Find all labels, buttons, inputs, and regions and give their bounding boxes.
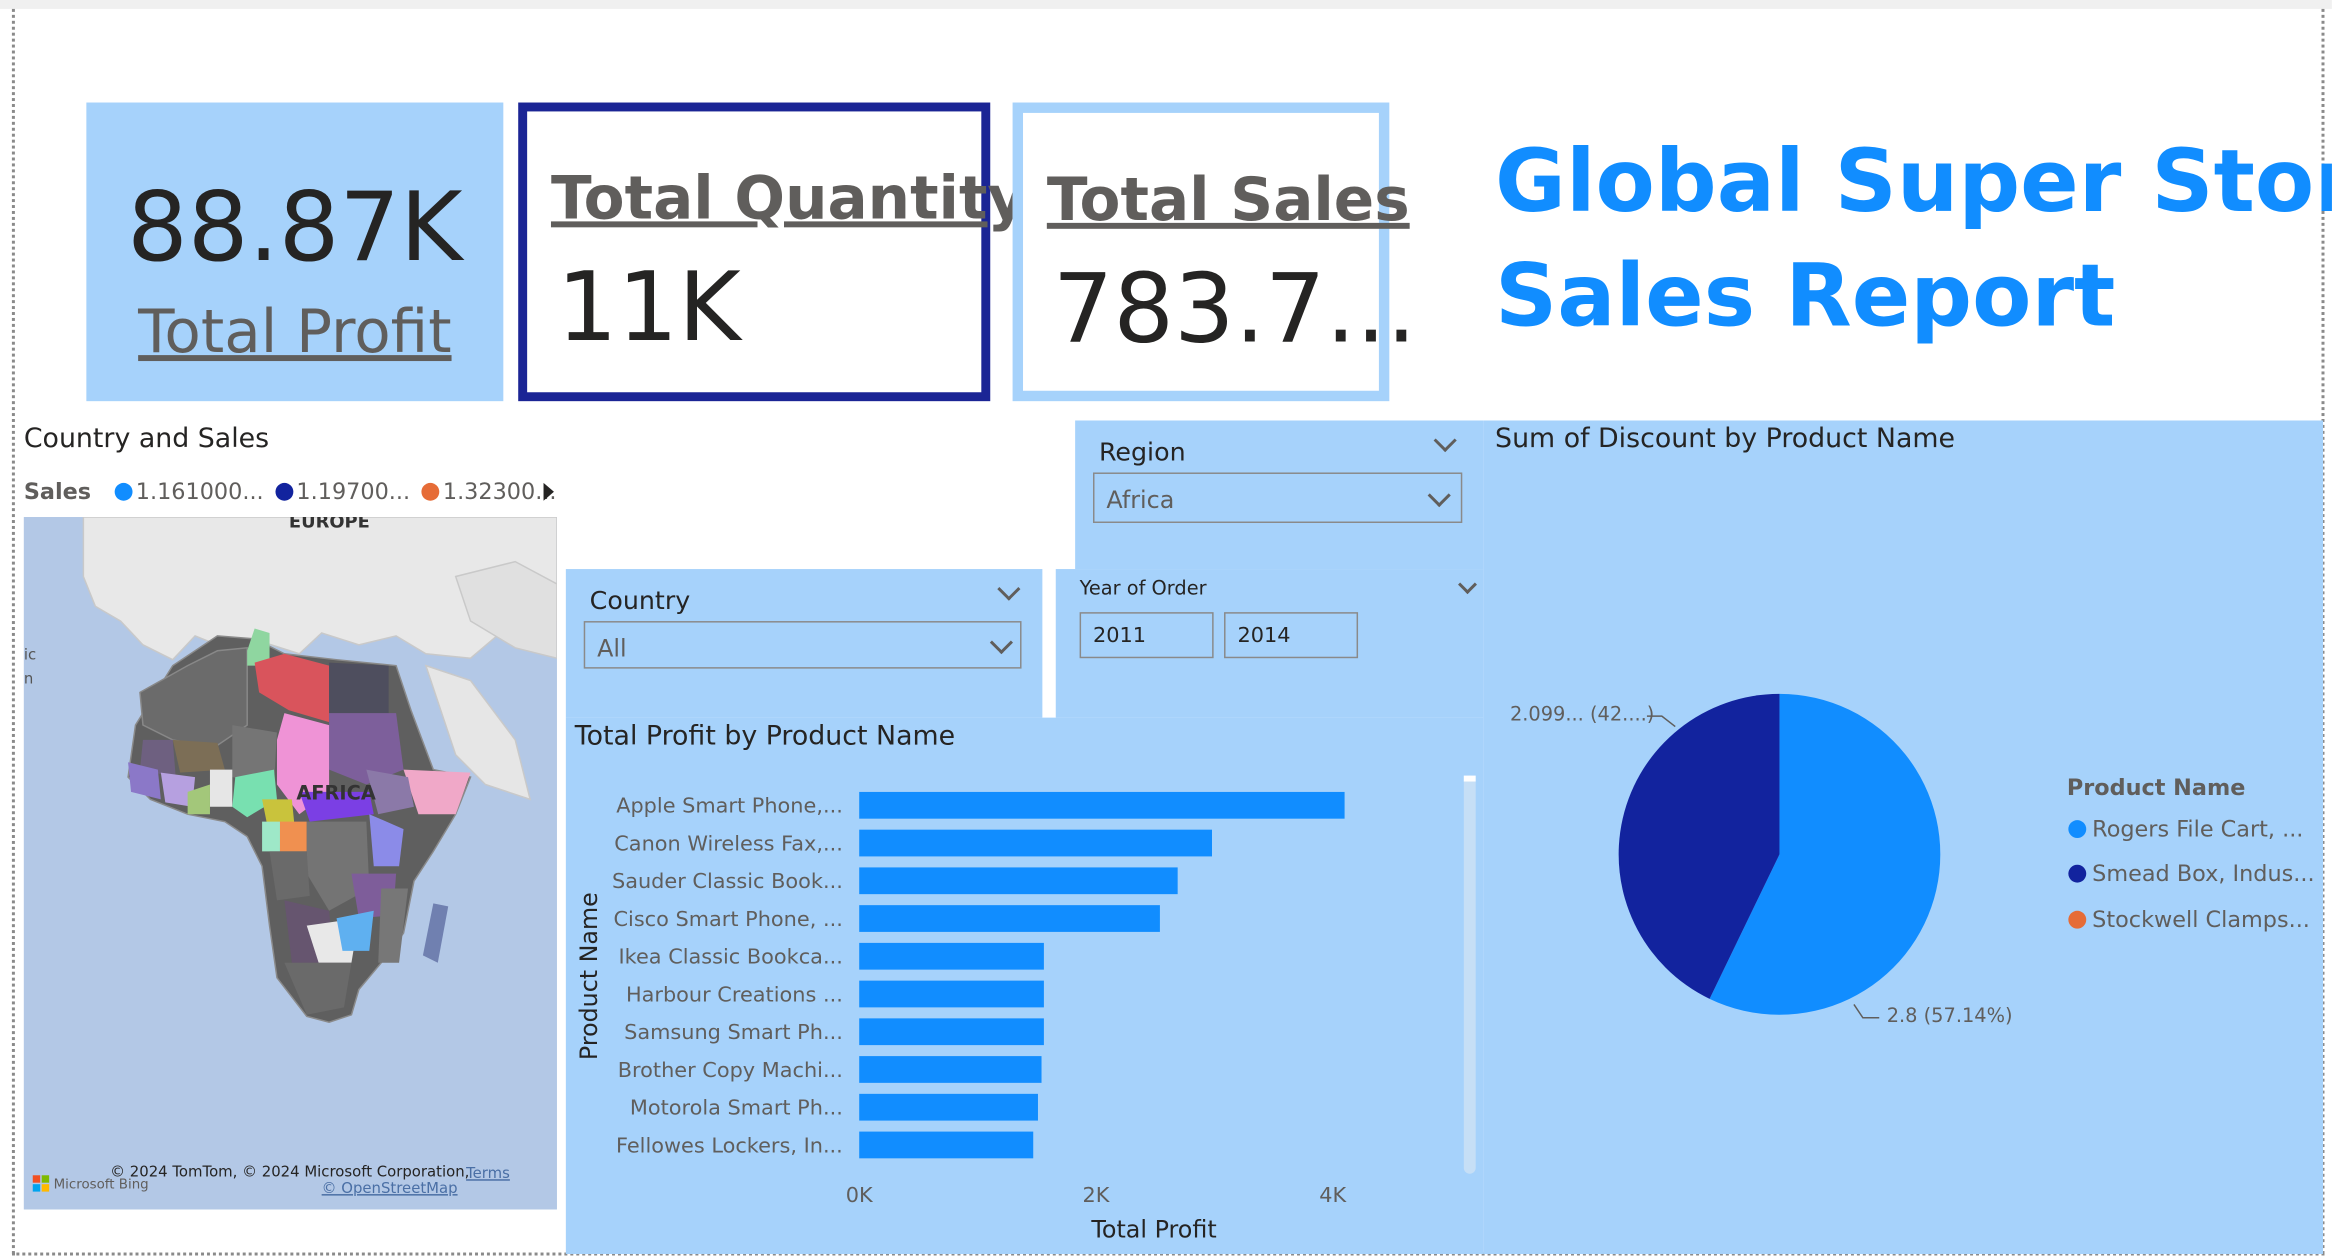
map-terms-link[interactable]: Terms [465, 1164, 510, 1182]
bar[interactable] [859, 1093, 1038, 1121]
pie-legend-label-1: Rogers File Cart, ... [2092, 815, 2304, 843]
country-collapse-chevron-icon[interactable] [997, 577, 1021, 601]
legend-next-arrow-icon[interactable] [543, 482, 554, 501]
bar-scrollbar[interactable] [1463, 775, 1476, 1174]
total-quantity-label: Total Quantity [550, 164, 1027, 234]
label-africa: AFRICA [296, 781, 376, 804]
x-tick-label: 0K [846, 1183, 874, 1207]
map-title: Country and Sales [23, 423, 270, 455]
total-sales-label: Total Sales [1046, 166, 1410, 235]
bar-category-label: Motorola Smart Ph... [630, 1096, 843, 1120]
bar[interactable] [859, 829, 1212, 857]
region-slicer[interactable]: Region Africa [1075, 420, 1484, 570]
bar[interactable] [859, 791, 1345, 819]
country-slicer[interactable]: Country All [565, 569, 1043, 718]
legend-dot-2 [275, 482, 294, 501]
country-dropdown[interactable]: All [583, 621, 1022, 669]
top-bar [0, 0, 2332, 9]
map-legend-title: Sales [23, 478, 92, 506]
legend-dot-stockwell [2068, 910, 2087, 929]
africa-map[interactable]: EUROPE AFRICA ic n Microsoft Bing © 2024… [23, 517, 557, 1210]
bar[interactable] [859, 1018, 1044, 1046]
total-quantity-card[interactable]: Total Quantity 11K [518, 102, 1026, 402]
map-legend-item-2: 1.19700... [296, 478, 411, 506]
total-sales-card[interactable]: Total Sales 783.7... [1012, 102, 1417, 402]
total-sales-value: 783.7... [1052, 255, 1417, 366]
year-to-input[interactable]: 2014 [1224, 612, 1359, 659]
total-profit-value: 88.87K [127, 173, 463, 284]
region-dropdown[interactable]: Africa [1092, 472, 1463, 524]
bar-chart-title: Total Profit by Product Name [574, 720, 956, 752]
bar-category-label: Cisco Smart Phone, ... [613, 907, 842, 931]
label-europe: EUROPE [289, 517, 370, 532]
bar-category-label: Fellowes Lockers, In... [616, 1133, 843, 1157]
pie-label-b: 2.8 (57.14%) [1886, 1005, 2013, 1029]
bar-chart-svg: Apple Smart Phone,... Canon Wireless Fax,… [575, 775, 1476, 1244]
region-collapse-chevron-icon[interactable] [1433, 428, 1457, 453]
legend-dot-smead [2068, 864, 2087, 883]
label-edge-1: ic [24, 646, 36, 664]
map-legend-item-1: 1.161000... [135, 478, 264, 506]
bar[interactable] [859, 867, 1178, 895]
pie-legend-title: Product Name [2066, 774, 2246, 801]
pie-label-a: 2.099... (42....) [1509, 704, 1655, 727]
map-svg: EUROPE AFRICA ic n Microsoft Bing © 2024… [23, 517, 557, 1210]
map-attribution: © 2024 TomTom, © 2024 Microsoft Corporat… [110, 1163, 469, 1181]
country-dropdown-value: All [597, 634, 627, 663]
total-profit-card[interactable]: 88.87K Total Profit [86, 102, 504, 402]
bar-category-label: Apple Smart Phone,... [616, 794, 843, 818]
report-title-line1: Global Super Store [1495, 130, 2332, 232]
year-to-value: 2014 [1237, 624, 1291, 648]
y-axis-title: Product Name [575, 892, 603, 1060]
total-profit-label: Total Profit [138, 298, 452, 367]
year-from-value: 2011 [1092, 624, 1147, 648]
region-slicer-label: Region [1098, 438, 1186, 469]
pie-legend-item-1[interactable]: Rogers File Cart, ... [2067, 815, 2304, 843]
year-from-input[interactable]: 2011 [1079, 612, 1214, 659]
legend-dot-1 [114, 482, 133, 501]
x-tick-label: 2K [1083, 1183, 1111, 1207]
bar[interactable] [859, 1056, 1042, 1083]
region-dropdown-value: Africa [1106, 485, 1175, 515]
bar-scrollbar-thumb[interactable] [1463, 775, 1476, 782]
bar-category-label: Ikea Classic Bookca... [619, 945, 843, 969]
report-title-line2: Sales Report [1495, 245, 2116, 347]
x-axis-title: Total Profit [1090, 1216, 1216, 1244]
bing-logo-icon [32, 1175, 41, 1183]
bar-category-label: Canon Wireless Fax,... [614, 831, 843, 855]
report-title: Global Super Store Sales Report [1495, 125, 2332, 354]
year-slicer-label: Year of Order [1079, 577, 1207, 601]
label-edge-2: n [24, 669, 33, 687]
report-canvas: 88.87K Total Profit Total Quantity 11K T… [0, 0, 2332, 1260]
map-legend: Sales 1.161000... 1.19700... 1.32300... [24, 478, 557, 505]
pie-legend-item-2[interactable]: Smead Box, Indus... [2067, 860, 2315, 887]
page-border-left [11, 8, 15, 1255]
year-slicer[interactable]: Year of Order 2011 2014 [1055, 569, 1484, 718]
pie-legend-label-2: Smead Box, Indus... [2092, 860, 2315, 888]
legend-dot-rogers [2068, 820, 2087, 838]
bar[interactable] [859, 942, 1044, 970]
bar-category-label: Samsung Smart Ph... [624, 1020, 843, 1044]
map-legend-item-3: 1.32300... [442, 478, 557, 506]
map-osm-link[interactable]: © OpenStreetMap [322, 1179, 458, 1197]
pie-leader-line-b [1853, 1003, 1880, 1019]
bar[interactable] [859, 905, 1160, 932]
bar[interactable] [859, 1131, 1034, 1159]
bar-category-label: Sauder Classic Book... [612, 869, 843, 893]
bar[interactable] [859, 980, 1044, 1008]
year-collapse-chevron-icon[interactable] [1458, 575, 1477, 595]
pie-legend-label-3: Stockwell Clamps... [2092, 906, 2310, 934]
x-tick-label: 4K [1319, 1183, 1347, 1207]
bar-category-label: Harbour Creations ... [626, 982, 843, 1006]
pie-legend-item-3[interactable]: Stockwell Clamps... [2067, 906, 2310, 933]
total-quantity-value: 11K [556, 254, 741, 365]
bar-category-label: Brother Copy Machi... [618, 1058, 843, 1082]
country-slicer-label: Country [589, 586, 691, 617]
legend-dot-3 [422, 482, 440, 501]
